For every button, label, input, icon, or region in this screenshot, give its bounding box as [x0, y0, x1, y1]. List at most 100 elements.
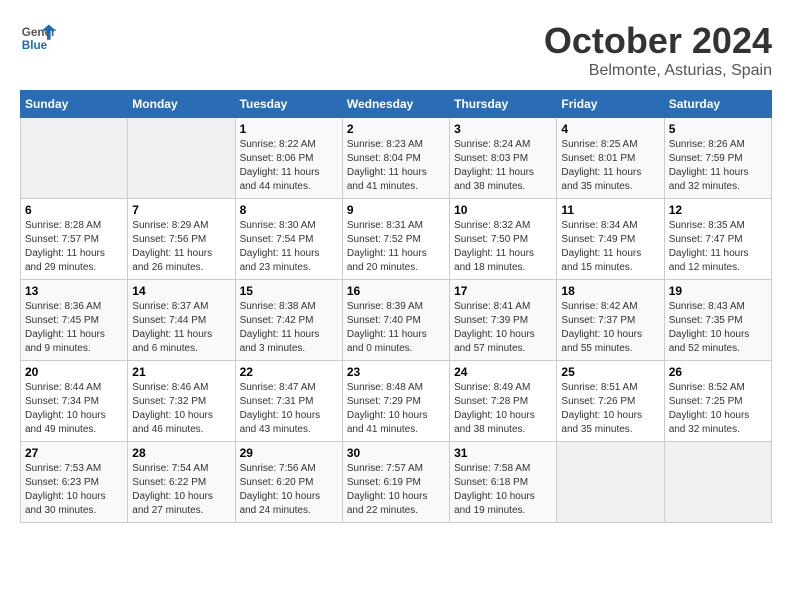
day-number: 11 — [561, 203, 659, 217]
day-info: Sunrise: 7:54 AM Sunset: 6:22 PM Dayligh… — [132, 462, 230, 518]
day-info: Sunrise: 8:44 AM Sunset: 7:34 PM Dayligh… — [25, 381, 123, 437]
day-header-thursday: Thursday — [450, 91, 557, 118]
week-row-3: 20 Sunrise: 8:44 AM Sunset: 7:34 PM Dayli… — [21, 361, 772, 442]
day-info: Sunrise: 8:42 AM Sunset: 7:37 PM Dayligh… — [561, 300, 659, 356]
day-header-tuesday: Tuesday — [235, 91, 342, 118]
day-info: Sunrise: 8:52 AM Sunset: 7:25 PM Dayligh… — [669, 381, 767, 437]
calendar-cell: 6Sunrise: 8:28 AM Sunset: 7:57 PM Daylig… — [21, 199, 128, 280]
calendar-cell: 3 Sunrise: 8:24 AM Sunset: 8:03 PM Daylig… — [450, 118, 557, 199]
day-info: Sunrise: 8:47 AM Sunset: 7:31 PM Dayligh… — [240, 381, 338, 437]
logo: General Blue — [20, 20, 56, 56]
day-info: Sunrise: 7:57 AM Sunset: 6:19 PM Dayligh… — [347, 462, 445, 518]
calendar-cell — [557, 442, 664, 523]
week-row-2: 13 Sunrise: 8:36 AM Sunset: 7:45 PM Dayli… — [21, 280, 772, 361]
day-number: 4 — [561, 122, 659, 136]
location-title: Belmonte, Asturias, Spain — [544, 62, 772, 80]
day-info: Sunrise: 8:41 AM Sunset: 7:39 PM Dayligh… — [454, 300, 552, 356]
calendar-cell: 31 Sunrise: 7:58 AM Sunset: 6:18 PM Dayli… — [450, 442, 557, 523]
svg-text:Blue: Blue — [22, 39, 48, 52]
day-info: Sunrise: 8:46 AM Sunset: 7:32 PM Dayligh… — [132, 381, 230, 437]
calendar-table: SundayMondayTuesdayWednesdayThursdayFrid… — [20, 90, 772, 523]
day-info: Sunrise: 8:39 AM Sunset: 7:40 PM Dayligh… — [347, 300, 445, 356]
day-number: 1 — [240, 122, 338, 136]
logo-icon: General Blue — [20, 20, 56, 56]
day-number: 21 — [132, 365, 230, 379]
day-info: Sunrise: 8:38 AM Sunset: 7:42 PM Dayligh… — [240, 300, 338, 356]
day-info: Sunrise: 8:29 AM Sunset: 7:56 PM Dayligh… — [132, 219, 230, 275]
calendar-cell: 12 Sunrise: 8:35 AM Sunset: 7:47 PM Dayli… — [664, 199, 771, 280]
day-info: Sunrise: 8:43 AM Sunset: 7:35 PM Dayligh… — [669, 300, 767, 356]
day-number: 19 — [669, 284, 767, 298]
day-info: Sunrise: 8:23 AM Sunset: 8:04 PM Dayligh… — [347, 138, 445, 194]
day-number: 24 — [454, 365, 552, 379]
calendar-cell — [664, 442, 771, 523]
calendar-cell: 20 Sunrise: 8:44 AM Sunset: 7:34 PM Dayli… — [21, 361, 128, 442]
day-info: Sunrise: 8:26 AM Sunset: 7:59 PM Dayligh… — [669, 138, 767, 194]
month-title: October 2024 — [544, 20, 772, 62]
day-info: Sunrise: 8:51 AM Sunset: 7:26 PM Dayligh… — [561, 381, 659, 437]
title-block: October 2024 Belmonte, Asturias, Spain — [544, 20, 772, 80]
day-number: 16 — [347, 284, 445, 298]
calendar-cell: 28 Sunrise: 7:54 AM Sunset: 6:22 PM Dayli… — [128, 442, 235, 523]
day-header-sunday: Sunday — [21, 91, 128, 118]
day-header-friday: Friday — [557, 91, 664, 118]
calendar-cell: 22 Sunrise: 8:47 AM Sunset: 7:31 PM Dayli… — [235, 361, 342, 442]
day-info: Sunrise: 8:36 AM Sunset: 7:45 PM Dayligh… — [25, 300, 123, 356]
day-number: 20 — [25, 365, 123, 379]
day-number: 14 — [132, 284, 230, 298]
calendar-cell: 26Sunrise: 8:52 AM Sunset: 7:25 PM Dayli… — [664, 361, 771, 442]
day-number: 17 — [454, 284, 552, 298]
day-number: 3 — [454, 122, 552, 136]
day-info: Sunrise: 8:34 AM Sunset: 7:49 PM Dayligh… — [561, 219, 659, 275]
calendar-cell: 4 Sunrise: 8:25 AM Sunset: 8:01 PM Daylig… — [557, 118, 664, 199]
calendar-cell: 24Sunrise: 8:49 AM Sunset: 7:28 PM Dayli… — [450, 361, 557, 442]
day-info: Sunrise: 8:22 AM Sunset: 8:06 PM Dayligh… — [240, 138, 338, 194]
day-number: 10 — [454, 203, 552, 217]
day-info: Sunrise: 8:24 AM Sunset: 8:03 PM Dayligh… — [454, 138, 552, 194]
calendar-cell: 2 Sunrise: 8:23 AM Sunset: 8:04 PM Daylig… — [342, 118, 449, 199]
week-row-4: 27Sunrise: 7:53 AM Sunset: 6:23 PM Dayli… — [21, 442, 772, 523]
calendar-cell: 5 Sunrise: 8:26 AM Sunset: 7:59 PM Daylig… — [664, 118, 771, 199]
day-number: 7 — [132, 203, 230, 217]
calendar-cell: 7 Sunrise: 8:29 AM Sunset: 7:56 PM Daylig… — [128, 199, 235, 280]
day-info: Sunrise: 8:31 AM Sunset: 7:52 PM Dayligh… — [347, 219, 445, 275]
day-number: 18 — [561, 284, 659, 298]
calendar-cell: 23 Sunrise: 8:48 AM Sunset: 7:29 PM Dayli… — [342, 361, 449, 442]
day-info: Sunrise: 8:48 AM Sunset: 7:29 PM Dayligh… — [347, 381, 445, 437]
calendar-cell: 27Sunrise: 7:53 AM Sunset: 6:23 PM Dayli… — [21, 442, 128, 523]
day-number: 28 — [132, 446, 230, 460]
day-number: 12 — [669, 203, 767, 217]
calendar-cell: 13 Sunrise: 8:36 AM Sunset: 7:45 PM Dayli… — [21, 280, 128, 361]
calendar-cell: 16 Sunrise: 8:39 AM Sunset: 7:40 PM Dayli… — [342, 280, 449, 361]
day-number: 13 — [25, 284, 123, 298]
calendar-cell: 19 Sunrise: 8:43 AM Sunset: 7:35 PM Dayli… — [664, 280, 771, 361]
day-info: Sunrise: 8:32 AM Sunset: 7:50 PM Dayligh… — [454, 219, 552, 275]
calendar-cell: 29 Sunrise: 7:56 AM Sunset: 6:20 PM Dayli… — [235, 442, 342, 523]
day-info: Sunrise: 8:25 AM Sunset: 8:01 PM Dayligh… — [561, 138, 659, 194]
day-info: Sunrise: 8:35 AM Sunset: 7:47 PM Dayligh… — [669, 219, 767, 275]
day-number: 2 — [347, 122, 445, 136]
calendar-cell: 8Sunrise: 8:30 AM Sunset: 7:54 PM Daylig… — [235, 199, 342, 280]
calendar-cell: 1 Sunrise: 8:22 AM Sunset: 8:06 PM Daylig… — [235, 118, 342, 199]
week-row-0: 1 Sunrise: 8:22 AM Sunset: 8:06 PM Daylig… — [21, 118, 772, 199]
week-row-1: 6Sunrise: 8:28 AM Sunset: 7:57 PM Daylig… — [21, 199, 772, 280]
calendar-cell: 14Sunrise: 8:37 AM Sunset: 7:44 PM Dayli… — [128, 280, 235, 361]
day-number: 6 — [25, 203, 123, 217]
day-number: 30 — [347, 446, 445, 460]
calendar-cell: 15Sunrise: 8:38 AM Sunset: 7:42 PM Dayli… — [235, 280, 342, 361]
day-number: 5 — [669, 122, 767, 136]
day-info: Sunrise: 7:58 AM Sunset: 6:18 PM Dayligh… — [454, 462, 552, 518]
day-header-saturday: Saturday — [664, 91, 771, 118]
calendar-cell: 30 Sunrise: 7:57 AM Sunset: 6:19 PM Dayli… — [342, 442, 449, 523]
day-number: 29 — [240, 446, 338, 460]
day-number: 23 — [347, 365, 445, 379]
calendar-cell: 17 Sunrise: 8:41 AM Sunset: 7:39 PM Dayli… — [450, 280, 557, 361]
day-header-wednesday: Wednesday — [342, 91, 449, 118]
day-number: 8 — [240, 203, 338, 217]
day-number: 31 — [454, 446, 552, 460]
day-info: Sunrise: 7:56 AM Sunset: 6:20 PM Dayligh… — [240, 462, 338, 518]
calendar-cell — [21, 118, 128, 199]
day-number: 22 — [240, 365, 338, 379]
calendar-cell: 9Sunrise: 8:31 AM Sunset: 7:52 PM Daylig… — [342, 199, 449, 280]
page-header: General Blue October 2024 Belmonte, Astu… — [20, 20, 772, 80]
